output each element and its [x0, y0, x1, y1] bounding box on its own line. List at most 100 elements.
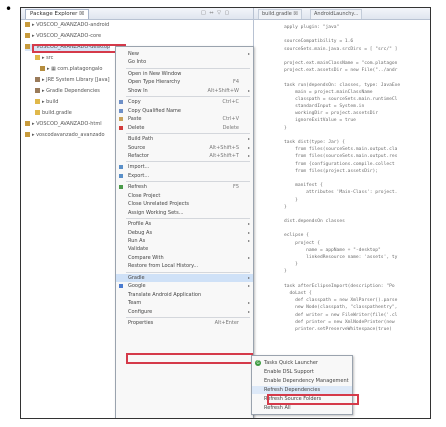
copy-icon: [119, 100, 123, 105]
submenu-arrow-icon: ▸: [247, 51, 250, 56]
project-icon: [25, 132, 30, 137]
submenu-item-label: Refresh All: [264, 405, 291, 411]
menu-item-label: Open Type Hierarchy: [128, 79, 181, 86]
menu-item-team[interactable]: Team ▸: [116, 299, 253, 307]
menu-item-debug-as[interactable]: Debug As ▸: [116, 229, 253, 237]
menu-separator: [126, 317, 250, 319]
submenu-arrow-icon: ▸: [247, 87, 250, 93]
library-icon: [35, 77, 40, 82]
tree-item-label: ▸ voscodavanzado_avanzado: [32, 132, 105, 138]
submenu-item-enable-dependency-management[interactable]: Enable Dependency Management: [252, 377, 352, 385]
menu-item-properties[interactable]: Properties Alt+Enter: [116, 319, 253, 327]
menu-item-copy-qualified-name[interactable]: Copy Qualified Name: [116, 107, 253, 115]
menu-item-compare-with[interactable]: Compare With ▸: [116, 254, 253, 262]
editor-tab-build-gradle[interactable]: build.gradle ☒: [258, 9, 302, 19]
tree-item[interactable]: ▸ VOSCOD_AVANZADO-html: [25, 121, 102, 128]
package-explorer-tab[interactable]: Package Explorer ☒: [25, 9, 90, 19]
menu-item-label: Profile As: [128, 221, 152, 228]
tree-item[interactable]: ▸ VOSCOD_AVANZADO-android: [25, 22, 109, 29]
explorer-tabbar: Package Explorer ☒ □ ⇔ ▽ ▢: [21, 8, 253, 20]
code-line: }: [284, 197, 298, 203]
menu-item-label: Build Path: [128, 136, 154, 143]
menu-item-assign-working-sets[interactable]: Assign Working Sets...: [116, 209, 253, 217]
tree-item-label: ▸ VOSCOD_AVANZADO-android: [32, 22, 110, 28]
tree-item[interactable]: ▸ ▦ com.platagongalo: [40, 66, 102, 73]
menu-item-refresh[interactable]: Refresh F5: [116, 183, 253, 191]
menu-item-build-path[interactable]: Build Path ▸: [116, 135, 253, 143]
tree-item[interactable]: ▸ VOSCOD_AVANZADO-core: [25, 33, 101, 40]
tree-item[interactable]: ▸ build: [35, 99, 58, 106]
folder-icon: [35, 55, 40, 60]
submenu-item-enable-dsl-support[interactable]: Enable DSL Support: [252, 368, 352, 376]
project-icon: [25, 22, 30, 27]
tree-item[interactable]: ▸ voscodavanzado_avanzado: [25, 132, 105, 139]
menu-item-label: Source: [128, 144, 146, 151]
menu-item-gradle[interactable]: Gradle ▸: [116, 273, 253, 282]
menu-item-copy[interactable]: Copy Ctrl+C: [116, 98, 253, 106]
menu-item-shortcut: Delete: [222, 124, 239, 131]
tree-item[interactable]: build.gradle: [35, 110, 72, 117]
editor-tab-android-launcher[interactable]: AndroidLaunchy...: [310, 9, 363, 19]
menu-item-translate-android-application[interactable]: Translate Android Application: [116, 291, 253, 299]
code-line: def writer = new FileWriter(file('.cl: [284, 312, 398, 318]
menu-item-close-project[interactable]: Close Project: [116, 192, 253, 200]
menu-item-label: Properties: [128, 320, 154, 327]
tree-item[interactable]: ▸ src: [35, 55, 53, 62]
menu-item-label: Translate Android Application: [128, 291, 202, 298]
menu-item-google[interactable]: Google ▸: [116, 282, 253, 290]
menu-item-source[interactable]: Source Alt+Shift+S ▸: [116, 144, 253, 152]
delete-icon: [119, 125, 123, 130]
menu-item-open-in-new-window[interactable]: Open in New Window: [116, 70, 253, 78]
tree-item[interactable]: ▸ Gradle Dependencies: [35, 88, 100, 95]
code-line: doLast {: [284, 290, 312, 296]
menu-item-profile-as[interactable]: Profile As ▸: [116, 220, 253, 228]
menu-item-label: Debug As: [128, 229, 153, 236]
menu-item-export[interactable]: Export...: [116, 172, 253, 180]
menu-item-show-in[interactable]: Show In Alt+Shift+W ▸: [116, 87, 253, 95]
submenu-arrow-icon: ▸: [247, 144, 250, 150]
menu-item-configure[interactable]: Configure ▸: [116, 308, 253, 316]
menu-item-delete[interactable]: Delete Delete: [116, 124, 253, 132]
refresh-icon: [119, 185, 123, 190]
library-icon: [35, 88, 40, 93]
explorer-toolbar-icons[interactable]: □ ⇔ ▽ ▢: [201, 10, 230, 16]
menu-item-refactor[interactable]: Refactor Alt+Shift+T ▸: [116, 152, 253, 160]
code-line: def classpath = new XmlParser().parse: [284, 298, 398, 304]
menu-item-new[interactable]: New ▸: [116, 50, 253, 58]
package-icon: [40, 66, 45, 71]
tree-item-label: ▸ ▦ com.platagongalo: [47, 66, 103, 72]
tree-item-label: ▸ Gradle Dependencies: [42, 88, 100, 94]
menu-separator: [126, 133, 250, 135]
code-line: from files(sourceSets.main.output.res: [284, 154, 398, 160]
submenu-item-refresh-dependencies[interactable]: Refresh Dependencies: [252, 386, 352, 394]
gradle-item-highlight: [126, 353, 253, 364]
menu-item-run-as[interactable]: Run As ▸: [116, 237, 253, 245]
menu-item-import[interactable]: Import...: [116, 163, 253, 171]
code-line: apply plugin: "java": [284, 25, 340, 30]
menu-item-paste[interactable]: Paste Ctrl+V: [116, 115, 253, 123]
menu-item-close-unrelated-projects[interactable]: Close Unrelated Projects: [116, 200, 253, 208]
submenu-item-refresh-all[interactable]: Refresh All: [252, 404, 352, 412]
code-line: new Node(classpath, "classpathentry",: [284, 305, 398, 311]
screenshot-frame: Package Explorer ☒ □ ⇔ ▽ ▢ ▸ VOSCOD_AVAN…: [20, 7, 431, 419]
menu-separator: [126, 181, 250, 183]
submenu-arrow-icon: ▸: [247, 274, 250, 280]
paste-icon: [119, 117, 123, 122]
code-line: }: [284, 262, 298, 268]
menu-item-restore-from-local-history[interactable]: Restore from Local History...: [116, 262, 253, 270]
menu-item-validate[interactable]: Validate: [116, 245, 253, 253]
menu-item-open-type-hierarchy[interactable]: Open Type Hierarchy F4: [116, 78, 253, 86]
list-bullet: •: [5, 2, 13, 16]
tree-item[interactable]: ▸ JRE System Library [Java]: [35, 77, 110, 84]
google-icon: [119, 284, 123, 289]
menu-item-shortcut: F5: [232, 184, 239, 191]
menu-item-go-into[interactable]: Go Into: [116, 58, 253, 66]
code-line: manifest {: [284, 183, 323, 189]
code-line: eclipse {: [284, 233, 309, 239]
menu-item-label: Team: [128, 300, 142, 307]
code-line: sourceCompatibility = 1.6: [284, 39, 354, 45]
code-text[interactable]: apply plugin: "java" sourceCompatibility …: [284, 24, 428, 333]
submenu-item-tasks-quick-launcher[interactable]: G Tasks Quick Launcher: [252, 359, 352, 367]
